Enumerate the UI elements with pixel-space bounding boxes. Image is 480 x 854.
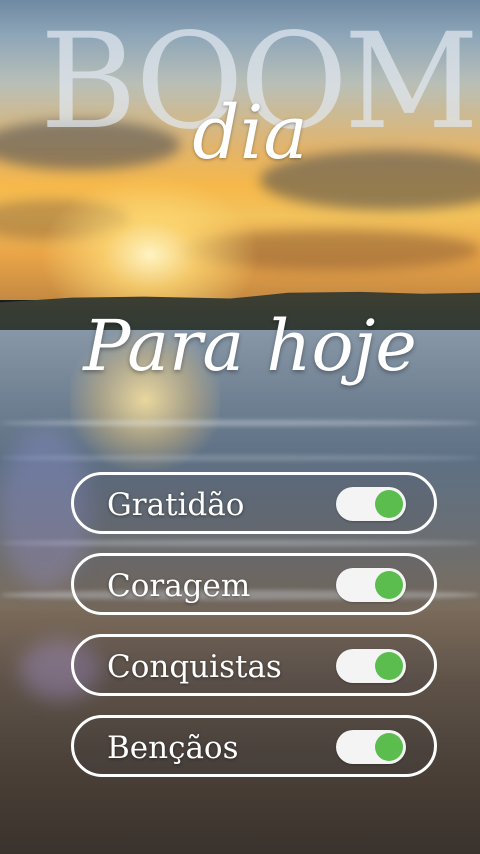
story-canvas: BOOM dia Para hoje Gratidão Coragem Conq… (0, 0, 480, 854)
toggle-row-conquistas[interactable]: Conquistas (71, 634, 437, 696)
toggle-switch[interactable] (336, 649, 406, 683)
toggle-list: Gratidão Coragem Conquistas Bençãos (71, 472, 441, 796)
title-script-text: dia (192, 90, 308, 176)
toggle-label: Conquistas (107, 649, 282, 685)
subtitle-text: Para hoje (83, 305, 417, 387)
toggle-label: Coragem (107, 568, 251, 604)
toggle-label: Gratidão (107, 487, 245, 523)
toggle-knob (375, 652, 403, 680)
toggle-knob (375, 490, 403, 518)
toggle-knob (375, 733, 403, 761)
toggle-switch[interactable] (336, 568, 406, 602)
toggle-switch[interactable] (336, 487, 406, 521)
toggle-row-bencaos[interactable]: Bençãos (71, 715, 437, 777)
toggle-row-coragem[interactable]: Coragem (71, 553, 437, 615)
toggle-switch[interactable] (336, 730, 406, 764)
toggle-label: Bençãos (107, 730, 239, 766)
toggle-row-gratidao[interactable]: Gratidão (71, 472, 437, 534)
wave (0, 420, 480, 426)
toggle-knob (375, 571, 403, 599)
